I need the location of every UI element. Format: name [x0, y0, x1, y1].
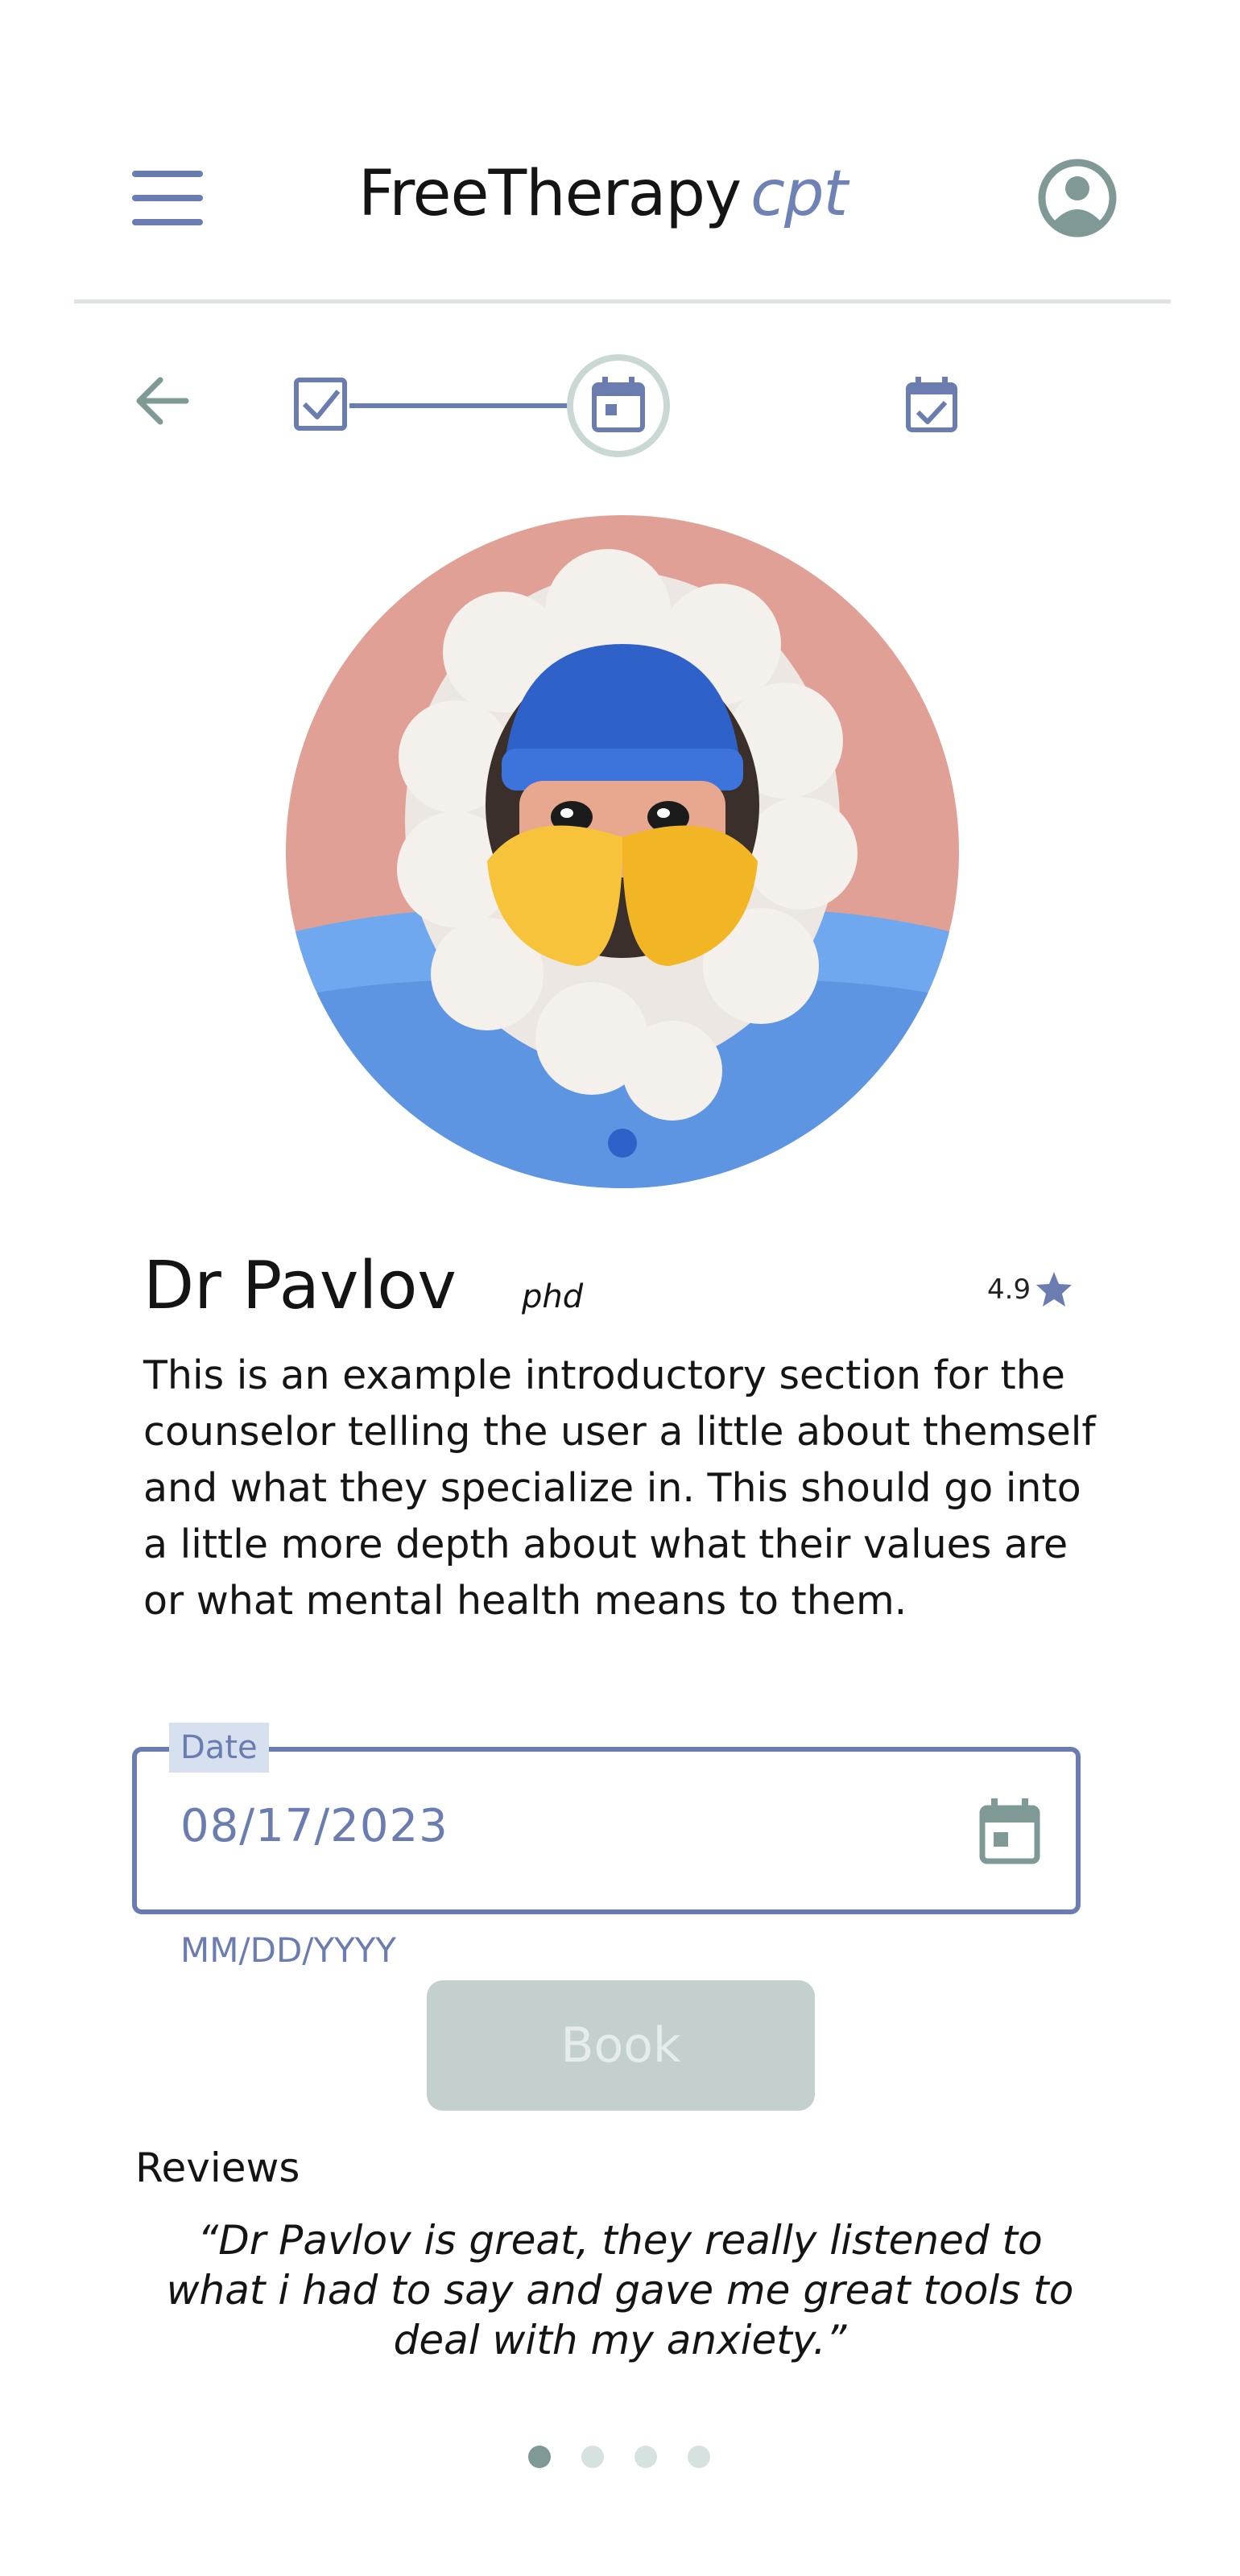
- step-checkbox-icon[interactable]: [294, 378, 347, 431]
- rating-value: 4.9: [987, 1274, 1031, 1306]
- counselor-avatar: [286, 515, 959, 1188]
- app-title-main: FreeTherapy: [358, 158, 742, 230]
- step-calendar-check-icon[interactable]: [906, 377, 957, 432]
- counselor-bio: This is an example introductory section …: [143, 1352, 1096, 1624]
- review-quote: “Dr Pavlov is great, they really listene…: [166, 2217, 1074, 2363]
- pagination-dot-4[interactable]: [688, 2446, 710, 2468]
- booking-stepper: [294, 354, 957, 457]
- pagination-dot-1[interactable]: [528, 2446, 551, 2468]
- header-divider: [74, 299, 1171, 303]
- app-title-suffix: cpt: [750, 158, 848, 230]
- arrow-back-icon[interactable]: [133, 372, 191, 430]
- calendar-icon[interactable]: [979, 1797, 1040, 1864]
- date-input-value[interactable]: 08/17/2023: [180, 1800, 448, 1852]
- review-pagination: [528, 2442, 721, 2471]
- reviews-title: Reviews: [135, 2145, 300, 2191]
- account-circle-icon[interactable]: [1037, 158, 1118, 238]
- star-icon: [1036, 1272, 1073, 1307]
- counselor-rating: 4.9: [987, 1265, 1084, 1314]
- date-field-label: Date: [169, 1723, 269, 1773]
- pagination-dot-2[interactable]: [581, 2446, 604, 2468]
- app-title: FreeTherapy cpt: [358, 158, 922, 246]
- menu-icon[interactable]: [132, 171, 203, 225]
- pagination-dot-3[interactable]: [634, 2446, 657, 2468]
- counselor-name: Dr Pavlov: [143, 1248, 457, 1324]
- book-button[interactable]: Book: [427, 1980, 815, 2111]
- step-calendar-icon-current[interactable]: [567, 354, 670, 457]
- counselor-degree: phd: [522, 1278, 584, 1315]
- date-format-hint: MM/DD/YYYY: [180, 1930, 397, 1970]
